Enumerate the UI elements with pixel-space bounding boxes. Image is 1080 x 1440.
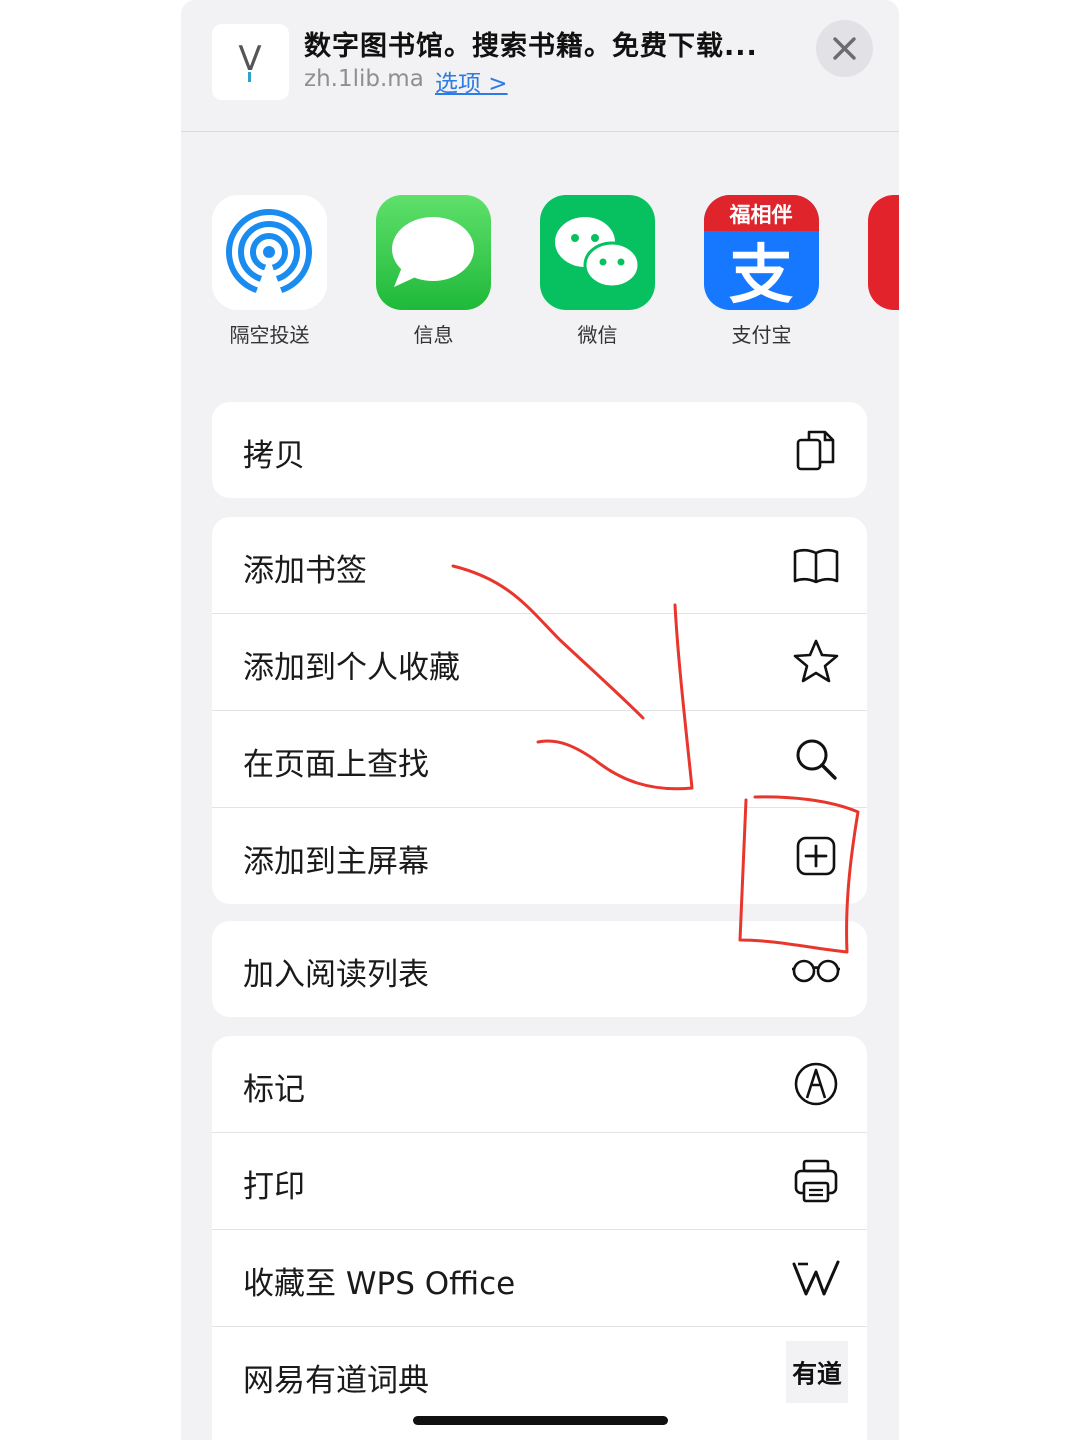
close-button[interactable]	[816, 20, 873, 77]
action-save-to-wps[interactable]: 收藏至 WPS Office	[212, 1230, 867, 1327]
app-label: 隔空投送	[229, 323, 310, 347]
glasses-icon	[792, 959, 840, 983]
action-group-reading-list: 加入阅读列表	[212, 921, 867, 1017]
action-add-reading-list[interactable]: 加入阅读列表	[212, 921, 867, 1017]
printer-icon	[794, 1159, 838, 1203]
action-group-bookmarks: 添加书签 添加到个人收藏 在页面上查找 添加到主屏幕	[212, 517, 867, 904]
search-icon	[796, 739, 837, 780]
svg-text:有道: 有道	[792, 1359, 842, 1388]
action-label: 添加到个人收藏	[243, 650, 460, 686]
home-indicator[interactable]	[413, 1416, 668, 1425]
page-title: 数字图书馆。搜索书籍。免费下载...	[304, 31, 758, 62]
app-wechat[interactable]: 微信	[509, 195, 673, 355]
action-label: 拷贝	[243, 438, 305, 474]
options-link[interactable]: 选项 >	[435, 64, 508, 98]
action-youdao-dictionary[interactable]: 网易有道词典 有道	[212, 1327, 867, 1423]
action-label: 标记	[243, 1072, 305, 1108]
alipay-icon: 福相伴 支	[704, 195, 819, 310]
book-icon	[793, 548, 839, 584]
action-label: 网易有道词典	[243, 1363, 429, 1399]
action-group-extensions: 标记 打印 收藏至 WPS Office 网易有道词典 有道	[212, 1036, 867, 1440]
messages-icon	[376, 195, 491, 310]
star-icon	[793, 639, 839, 683]
copy-icon	[796, 430, 835, 471]
site-logo-icon: V	[238, 39, 262, 82]
airdrop-icon	[212, 195, 327, 310]
app-messages[interactable]: 信息	[345, 195, 509, 355]
close-icon	[833, 37, 856, 60]
action-print[interactable]: 打印	[212, 1133, 867, 1230]
action-label: 添加到主屏幕	[243, 844, 429, 880]
partial-app-icon: 春	[868, 195, 899, 310]
action-markup[interactable]: 标记	[212, 1036, 867, 1133]
app-label: 扌	[837, 319, 899, 348]
action-add-to-home-screen[interactable]: 添加到主屏幕	[212, 808, 867, 904]
action-label: 在页面上查找	[243, 747, 429, 783]
action-copy[interactable]: 拷贝	[212, 402, 867, 498]
share-sheet: V 数字图书馆。搜索书籍。免费下载... zh.1lib.ma 选项 > 隔空投…	[181, 0, 899, 1440]
app-partial[interactable]: 春 扌	[837, 195, 899, 355]
add-square-icon	[796, 836, 836, 876]
action-label: 添加书签	[243, 553, 367, 589]
app-label: 支付宝	[731, 323, 792, 347]
app-airdrop[interactable]: 隔空投送	[181, 195, 345, 355]
action-add-favorite[interactable]: 添加到个人收藏	[212, 614, 867, 711]
app-label: 信息	[413, 323, 454, 347]
share-header: V 数字图书馆。搜索书籍。免费下载... zh.1lib.ma 选项 >	[181, 0, 899, 132]
youdao-icon: 有道	[786, 1341, 848, 1403]
app-share-row: 隔空投送 信息 微信 福相伴 支 支付宝	[181, 195, 899, 355]
site-favicon: V	[212, 24, 289, 100]
page-url: zh.1lib.ma	[304, 66, 424, 92]
action-label: 打印	[243, 1169, 305, 1205]
action-group-copy: 拷贝	[212, 402, 867, 498]
wps-icon	[792, 1260, 840, 1296]
markup-pen-icon	[794, 1062, 838, 1106]
wechat-icon	[540, 195, 655, 310]
svg-text:福相伴: 福相伴	[729, 203, 793, 227]
app-label: 微信	[577, 323, 618, 347]
action-add-bookmark[interactable]: 添加书签	[212, 517, 867, 614]
action-label: 加入阅读列表	[243, 957, 429, 993]
app-alipay[interactable]: 福相伴 支 支付宝	[673, 195, 837, 355]
svg-text:支: 支	[729, 239, 793, 310]
action-find-on-page[interactable]: 在页面上查找	[212, 711, 867, 808]
action-label: 收藏至 WPS Office	[243, 1266, 516, 1302]
